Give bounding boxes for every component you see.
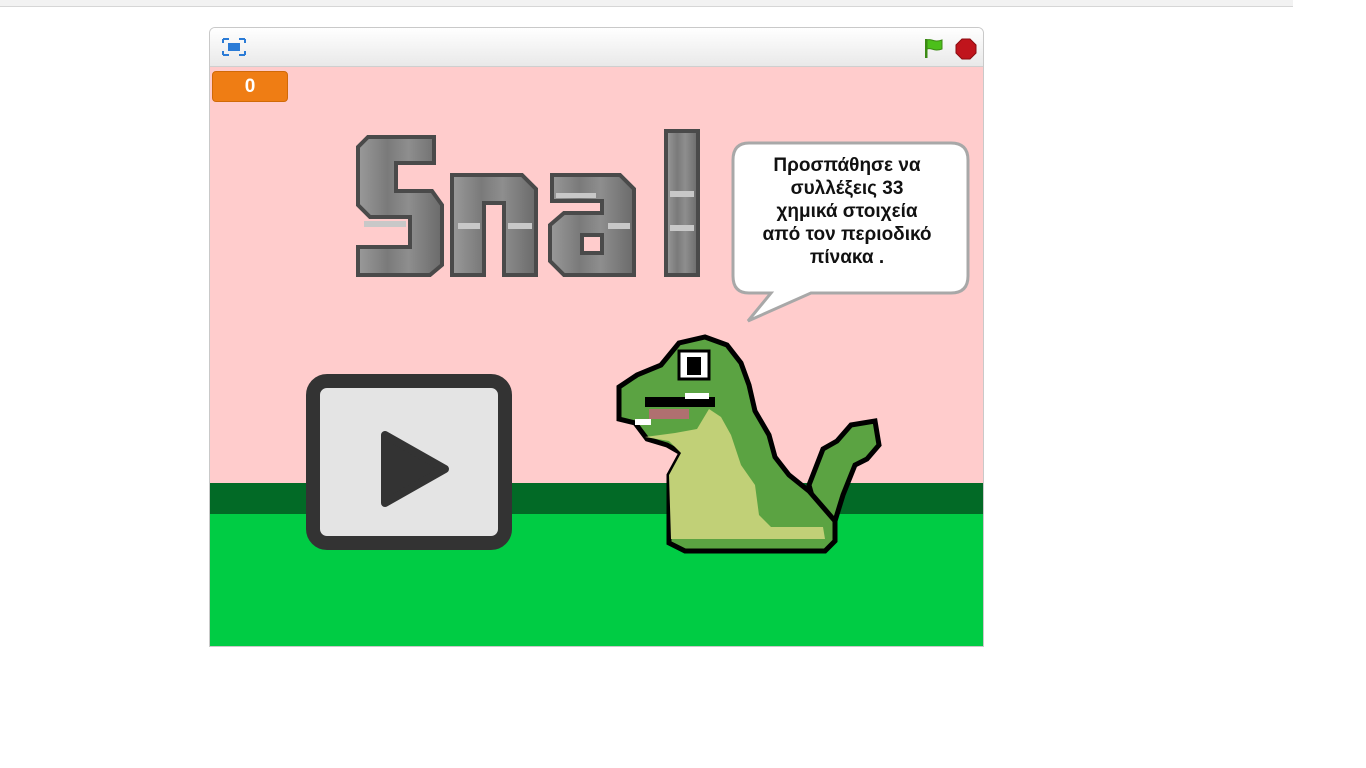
stop-icon[interactable] bbox=[955, 38, 977, 60]
player-controls-bar bbox=[210, 28, 983, 67]
scratch-player: 0 Προσπάθησε να συλλέξεις 33 χημικά στοι… bbox=[209, 27, 984, 647]
speech-bubble-text: Προσπάθησε να συλλέξεις 33 χημικά στοιχε… bbox=[762, 155, 932, 268]
play-button[interactable] bbox=[306, 374, 512, 550]
score-display: 0 bbox=[212, 71, 288, 102]
page-top-border bbox=[0, 0, 1293, 7]
stage[interactable]: 0 Προσπάθησε να συλλέξεις 33 χημικά στοι… bbox=[210, 67, 983, 646]
game-title bbox=[356, 129, 700, 277]
snake-character bbox=[616, 334, 882, 554]
fullscreen-icon[interactable] bbox=[222, 38, 246, 56]
green-flag-icon[interactable] bbox=[922, 37, 946, 59]
